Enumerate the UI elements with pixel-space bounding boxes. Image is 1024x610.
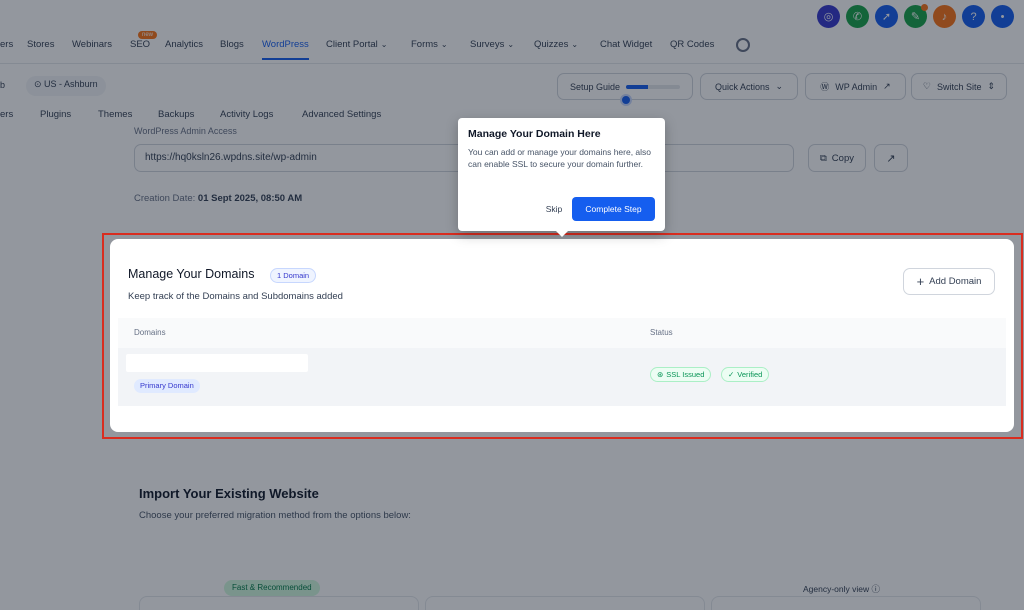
ssl-status-label: SSL Issued	[666, 370, 705, 379]
complete-step-button[interactable]: Complete Step	[572, 197, 655, 221]
table-row[interactable]: Primary Domain ⊛ SSL Issued ✓ Verified	[118, 348, 1006, 406]
domains-card: Manage Your Domains 1 Domain Keep track …	[110, 239, 1014, 432]
plus-icon: +	[916, 274, 925, 289]
domain-count-badge: 1 Domain	[270, 268, 317, 283]
column-status: Status	[650, 328, 673, 337]
ssl-status-chip: ⊛ SSL Issued	[650, 367, 712, 382]
add-domain-button[interactable]: + Add Domain	[903, 268, 995, 295]
verified-status-label: Verified	[737, 370, 763, 379]
tour-tooltip: Manage Your Domain Here You can add or m…	[458, 118, 665, 237]
skip-button[interactable]: Skip	[542, 198, 566, 220]
domain-name	[126, 354, 308, 372]
primary-domain-chip: Primary Domain	[134, 379, 200, 393]
add-domain-label: Add Domain	[929, 276, 982, 287]
domains-title: Manage Your Domains	[128, 267, 255, 281]
shield-check-icon: ⊛	[657, 370, 664, 379]
verified-status-chip: ✓ Verified	[721, 367, 770, 382]
column-domains: Domains	[134, 328, 166, 337]
tooltip-body: You can add or manage your domains here,…	[468, 147, 652, 169]
domains-table-header: Domains Status	[118, 318, 1006, 348]
domains-subtitle: Keep track of the Domains and Subdomains…	[128, 291, 343, 302]
check-icon: ✓	[728, 370, 735, 379]
tooltip-title: Manage Your Domain Here	[468, 128, 601, 140]
